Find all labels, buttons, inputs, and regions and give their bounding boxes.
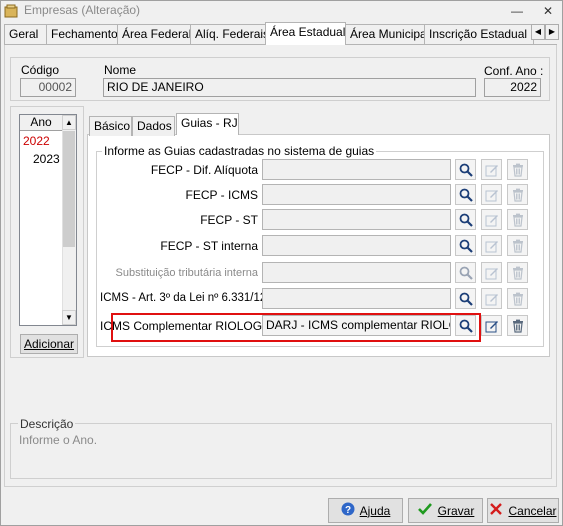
edit-icon[interactable]: [481, 315, 502, 336]
row-label-substituicao-tributaria: Substituição tributária interna: [115, 267, 258, 279]
field-fecp-dif-aliquota[interactable]: [262, 159, 451, 180]
conf-ano-label: Conf. Ano :: [484, 64, 544, 78]
close-icon[interactable]: ✕: [535, 2, 561, 20]
row-label-icms-complementar-riolog: ICMS Complementar RIOLOG: [100, 319, 263, 333]
search-icon[interactable]: [455, 184, 476, 205]
ajuda-label: Ajuda: [359, 503, 391, 518]
edit-icon: [481, 159, 502, 180]
trash-icon[interactable]: [507, 315, 528, 336]
minimize-icon[interactable]: —: [504, 2, 530, 20]
subtab-dados[interactable]: Dados: [132, 116, 175, 136]
descricao-box: [10, 423, 552, 479]
descricao-label: Descrição: [18, 417, 76, 431]
year-item-2023[interactable]: 2023: [33, 152, 60, 166]
window-title: Empresas (Alteração): [24, 3, 141, 17]
tab-fechamento[interactable]: Fechamento: [46, 24, 118, 44]
tab-geral[interactable]: Geral: [4, 24, 47, 44]
search-icon[interactable]: [455, 288, 476, 309]
nome-label: Nome: [104, 63, 137, 77]
subtab-basico[interactable]: Básico: [89, 116, 132, 136]
trash-icon: [507, 262, 528, 283]
edit-icon: [481, 288, 502, 309]
row-label-fecp-icms: FECP - ICMS: [185, 188, 258, 202]
field-icms-art3[interactable]: [262, 288, 451, 309]
row-label-fecp-st-interna: FECP - ST interna: [160, 239, 258, 253]
year-item-2022[interactable]: 2022: [23, 134, 50, 148]
gravar-label: Gravar: [437, 503, 475, 518]
tab-area-estadual[interactable]: Área Estadual: [265, 22, 346, 45]
search-icon[interactable]: [455, 315, 476, 336]
help-icon: ?: [341, 502, 355, 519]
svg-text:?: ?: [345, 505, 351, 516]
search-icon[interactable]: [455, 235, 476, 256]
tab-inscricao-estadual[interactable]: Inscrição Estadual S: [424, 24, 534, 44]
codigo-field: 00002: [20, 78, 76, 97]
cancelar-button[interactable]: Cancelar: [487, 498, 559, 523]
scroll-thumb[interactable]: [63, 131, 75, 247]
row-label-fecp-st: FECP - ST: [200, 213, 258, 227]
subtab-guias-rj[interactable]: Guias - RJ: [176, 113, 239, 135]
descricao-text: Informe o Ano.: [19, 433, 98, 447]
adicionar-button[interactable]: Adicionar: [20, 334, 78, 354]
search-icon[interactable]: [455, 209, 476, 230]
trash-icon: [507, 184, 528, 205]
tab-aliq-federais[interactable]: Alíq. Federais: [190, 24, 269, 44]
cancel-x-icon: [489, 502, 503, 519]
gravar-button[interactable]: Gravar: [408, 498, 483, 523]
trash-icon: [507, 235, 528, 256]
field-fecp-st[interactable]: [262, 209, 451, 230]
row-label-fecp-dif-aliquota: FECP - Dif. Alíquota: [150, 163, 258, 177]
conf-ano-field: 2022: [484, 78, 541, 97]
scroll-left-icon[interactable]: ◀: [531, 24, 545, 40]
trash-icon: [507, 288, 528, 309]
edit-icon: [481, 209, 502, 230]
row-label-icms-art3: ICMS - Art. 3º da Lei nº 6.331/12: [100, 292, 267, 304]
scroll-down-icon[interactable]: ▼: [62, 310, 76, 325]
ajuda-button[interactable]: ? Ajuda: [328, 498, 403, 523]
year-list-header[interactable]: Ano: [20, 115, 62, 131]
edit-icon: [481, 262, 502, 283]
tab-area-municipal[interactable]: Área Municipal: [345, 24, 429, 44]
field-fecp-st-interna[interactable]: [262, 235, 451, 256]
field-fecp-icms[interactable]: [262, 184, 451, 205]
trash-icon: [507, 209, 528, 230]
search-icon: [455, 262, 476, 283]
tab-area-federal[interactable]: Área Federal: [117, 24, 191, 44]
scroll-up-icon[interactable]: ▲: [62, 115, 76, 130]
guias-group-title: Informe as Guias cadastradas no sistema …: [102, 144, 377, 158]
trash-icon: [507, 159, 528, 180]
field-icms-complementar-riolog[interactable]: DARJ - ICMS complementar RIOLOG L: [262, 315, 451, 336]
scroll-right-icon[interactable]: ▶: [545, 24, 559, 40]
edit-icon: [481, 184, 502, 205]
edit-icon: [481, 235, 502, 256]
codigo-label: Código: [21, 63, 60, 77]
search-icon[interactable]: [455, 159, 476, 180]
check-icon: [417, 502, 433, 519]
cancelar-label: Cancelar: [508, 503, 557, 518]
nome-field: RIO DE JANEIRO: [103, 78, 476, 97]
field-substituicao-tributaria: [262, 262, 451, 283]
app-icon: [4, 4, 18, 18]
